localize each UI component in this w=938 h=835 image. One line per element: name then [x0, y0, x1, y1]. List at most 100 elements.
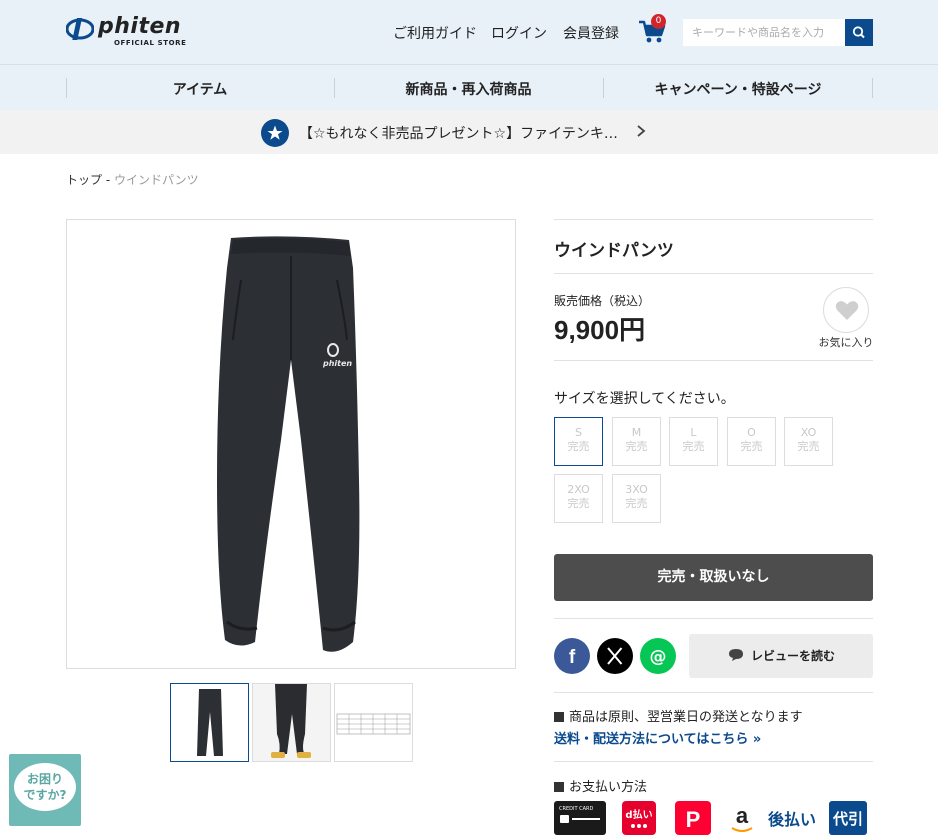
- d-barai-icon: d払い: [622, 801, 656, 835]
- nav-item-new-arrivals[interactable]: 新商品・再入荷商品: [334, 79, 603, 99]
- payment-heading-text: お支払い方法: [569, 780, 648, 795]
- size-status: 完売: [797, 440, 820, 453]
- help-text: お困り ですか?: [19, 771, 71, 803]
- size-name: L: [690, 426, 697, 439]
- favorite-button[interactable]: [823, 287, 869, 333]
- daibiki-icon: 代引: [829, 801, 867, 835]
- chevron-right-icon[interactable]: [634, 124, 648, 138]
- credit-card-label: CREDIT CARD: [559, 806, 593, 812]
- size-status: 完売: [567, 497, 590, 510]
- product-name: ウインドパンツ: [554, 241, 674, 261]
- breadcrumb-top-link[interactable]: トップ: [66, 173, 102, 187]
- facebook-share-button[interactable]: f: [554, 638, 590, 674]
- size-option-2xo[interactable]: 2XO 完売: [554, 474, 603, 523]
- size-status: 完売: [625, 497, 648, 510]
- divider: [554, 273, 873, 274]
- nav-item-items[interactable]: アイテム: [66, 79, 334, 99]
- size-status: 完売: [740, 440, 763, 453]
- square-bullet-icon: [554, 782, 564, 792]
- size-name: O: [747, 426, 756, 439]
- shipping-notice: 商品は原則、翌営業日の発送となります: [554, 706, 803, 725]
- phiten-logo[interactable]: phiten OFFICIAL STORE: [66, 14, 206, 48]
- line-icon: @: [650, 647, 667, 667]
- divider: [554, 692, 873, 693]
- thumbnail-1[interactable]: [170, 683, 249, 762]
- credit-card-icon: CREDIT CARD: [554, 801, 606, 835]
- d-barai-label: d払い: [625, 808, 652, 821]
- amazon-pay-icon: a: [731, 803, 753, 832]
- help-widget[interactable]: お困り ですか?: [9, 754, 81, 826]
- search-icon: [852, 26, 865, 39]
- size-prompt: サイズを選択してください。: [554, 391, 735, 407]
- size-name: S: [575, 426, 582, 439]
- logo-subtitle: OFFICIAL STORE: [114, 39, 187, 47]
- star-icon: [261, 119, 289, 147]
- register-link[interactable]: 会員登録: [563, 23, 619, 43]
- svg-text:phiten: phiten: [322, 359, 352, 368]
- favorite-label: お気に入り: [818, 336, 874, 349]
- x-icon: [607, 647, 623, 665]
- thumbnail-3[interactable]: [334, 683, 413, 762]
- size-status: 完売: [567, 440, 590, 453]
- paypay-icon: P: [675, 801, 711, 835]
- divider: [554, 360, 873, 361]
- soldout-button[interactable]: 完売・取扱いなし: [554, 554, 873, 601]
- size-name: 3XO: [625, 483, 648, 496]
- promo-banner[interactable]: 【☆もれなく非売品プレゼント☆】ファイテンキ…: [0, 110, 938, 154]
- shipping-notice-text: 商品は原則、翌営業日の発送となります: [569, 710, 803, 725]
- square-bullet-icon: [554, 712, 564, 722]
- divider: [554, 761, 873, 762]
- product-main-image[interactable]: phiten: [66, 219, 516, 669]
- size-name: XO: [800, 426, 817, 439]
- size-status: 完売: [682, 440, 705, 453]
- logo-text: phiten: [98, 14, 182, 39]
- paypay-label: P: [686, 807, 701, 832]
- size-option-m[interactable]: M 完売: [612, 417, 661, 466]
- pants-image: phiten: [217, 236, 360, 652]
- size-option-o[interactable]: O 完売: [727, 417, 776, 466]
- heart-icon: [835, 301, 859, 320]
- thumbnail-size-chart-image: [336, 713, 411, 735]
- main-navigation: アイテム 新商品・再入荷商品 キャンペーン・特設ページ: [0, 64, 938, 110]
- phiten-logo-mark-icon: [66, 18, 94, 40]
- promo-text: 【☆もれなく非売品プレゼント☆】ファイテンキ…: [299, 126, 618, 142]
- site-header: phiten OFFICIAL STORE ご利用ガイド ログイン 会員登録 0: [0, 0, 938, 64]
- line-share-button[interactable]: @: [640, 638, 676, 674]
- guide-link[interactable]: ご利用ガイド: [393, 23, 477, 43]
- breadcrumb-current: ウインドパンツ: [113, 173, 199, 187]
- help-line-2: ですか?: [23, 788, 67, 802]
- payment-heading: お支払い方法: [554, 776, 647, 795]
- nav-divider: [872, 78, 873, 98]
- help-line-1: お困り: [26, 772, 63, 786]
- x-share-button[interactable]: [597, 638, 633, 674]
- svg-text:@: @: [650, 647, 667, 667]
- speech-bubble-icon: [728, 649, 743, 661]
- facebook-icon: f: [569, 647, 576, 668]
- review-button-label: レビューを読む: [750, 649, 835, 663]
- daibiki-label: 代引: [832, 810, 863, 828]
- search-button[interactable]: [845, 19, 873, 46]
- breadcrumb: トップ - ウインドパンツ: [66, 171, 199, 188]
- nav-item-campaign[interactable]: キャンペーン・特設ページ: [603, 79, 873, 99]
- thumbnail-pants-image: [197, 689, 223, 756]
- svg-text:f: f: [569, 647, 576, 668]
- size-option-3xo[interactable]: 3XO 完売: [612, 474, 661, 523]
- size-name: 2XO: [567, 483, 590, 496]
- shipping-info-link[interactable]: 送料・配送方法についてはこちら »: [554, 728, 761, 747]
- amazon-label: a: [736, 803, 749, 828]
- atobarai-label: 後払い: [768, 810, 816, 829]
- size-option-l[interactable]: L 完売: [669, 417, 718, 466]
- size-status: 完売: [625, 440, 648, 453]
- search-input[interactable]: [683, 19, 846, 46]
- divider: [554, 618, 873, 619]
- atobarai-icon: 後払い: [768, 810, 816, 829]
- cart-count-badge: 0: [651, 14, 666, 29]
- size-option-xo[interactable]: XO 完売: [784, 417, 833, 466]
- size-option-s[interactable]: S 完売: [554, 417, 603, 466]
- divider: [554, 219, 873, 220]
- thumbnail-model-image: [253, 684, 330, 761]
- breadcrumb-separator: -: [102, 173, 114, 187]
- read-reviews-button[interactable]: レビューを読む: [689, 634, 873, 678]
- thumbnail-2[interactable]: [252, 683, 331, 762]
- login-link[interactable]: ログイン: [491, 23, 547, 43]
